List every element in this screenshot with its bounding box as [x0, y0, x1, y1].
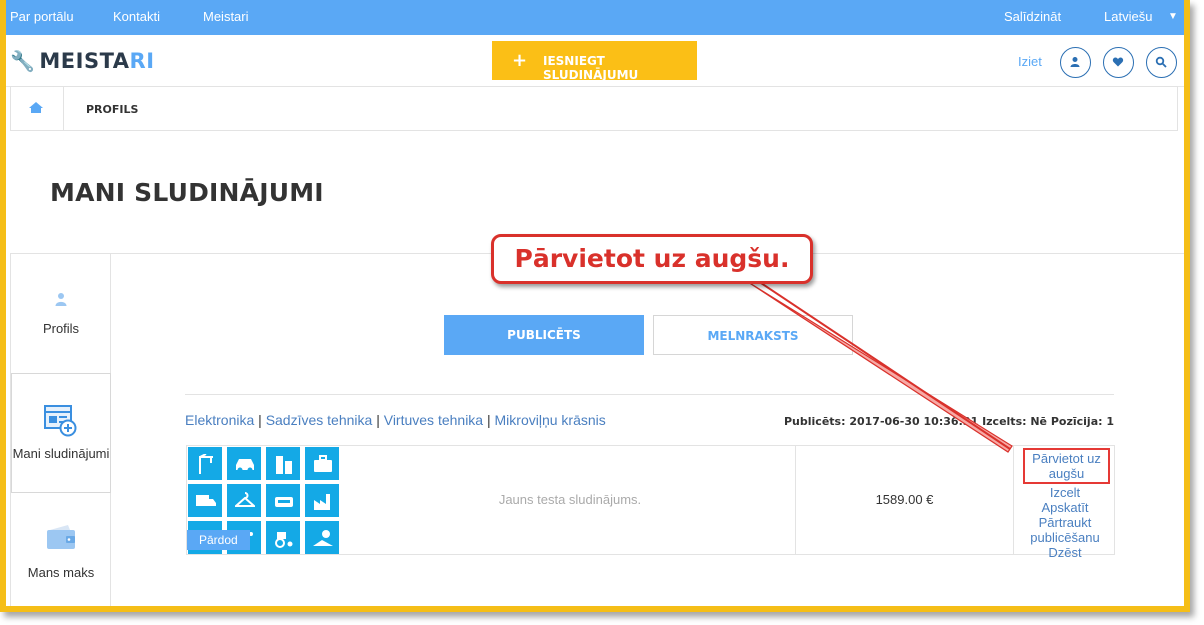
- category-link[interactable]: Virtuves tehnika: [384, 412, 483, 428]
- category-link[interactable]: Sadzīves tehnika: [266, 412, 373, 428]
- category-link[interactable]: Mikroviļņu krāsnis: [495, 412, 606, 428]
- top-nav-bar: Par portālu Kontakti Meistari Salīdzināt…: [6, 0, 1184, 35]
- beach-icon: [304, 520, 340, 554]
- home-button[interactable]: [11, 87, 64, 130]
- app-window: Par portālu Kontakti Meistari Salīdzināt…: [0, 0, 1190, 612]
- page-title: MANI SLUDINĀJUMI: [50, 178, 324, 207]
- content-area: Profils Mani sludinājumi Mans maks PUBLI…: [10, 253, 1184, 606]
- user-icon[interactable]: [1060, 47, 1091, 78]
- divider: [185, 394, 1114, 395]
- listing-category-path: Elektronika | Sadzīves tehnika | Virtuve…: [185, 412, 606, 428]
- car-icon: [226, 446, 262, 481]
- wrench-icon: 🔧: [10, 49, 36, 73]
- nav-link-masters[interactable]: Meistari: [203, 9, 249, 24]
- home-icon: [29, 102, 43, 113]
- delete-link[interactable]: Dzēst: [1015, 545, 1115, 560]
- logo-text-accent: RI: [129, 49, 155, 73]
- nav-link-contacts[interactable]: Kontakti: [113, 9, 160, 24]
- listings-add-icon: [12, 403, 110, 440]
- listing-meta: Publicēts: 2017-06-30 10:36:31 Izcelts: …: [784, 415, 1114, 428]
- tractor-icon: [265, 520, 301, 554]
- wallet-icon: [11, 524, 111, 553]
- factory-icon: [304, 483, 340, 518]
- category-link[interactable]: Elektronika: [185, 412, 254, 428]
- briefcase-icon: [304, 446, 340, 481]
- listing-thumbnail[interactable]: Pārdod: [187, 446, 343, 554]
- truck-icon: [187, 483, 223, 518]
- status-badge: Pārdod: [187, 530, 250, 550]
- sidebar-item-profile[interactable]: Profils: [11, 254, 111, 374]
- hanger-icon: [226, 483, 262, 518]
- callout-label: Pārvietot uz augšu.: [491, 234, 813, 284]
- breadcrumb: PROFILS: [10, 86, 1178, 131]
- tab-published[interactable]: PUBLICĒTS: [444, 315, 644, 355]
- user-icon: [11, 292, 111, 309]
- crane-icon: [187, 446, 223, 481]
- stop-publishing-link[interactable]: Pārtraukt publicēšanu: [1015, 515, 1115, 545]
- sofa-icon: [265, 483, 301, 518]
- sidebar-item-my-listings[interactable]: Mani sludinājumi: [11, 373, 111, 493]
- view-link[interactable]: Apskatīt: [1015, 500, 1115, 515]
- sidebar-item-label: Mans maks: [27, 565, 95, 580]
- listing-actions: Pārvietot uz augšu Izcelt Apskatīt Pārtr…: [1015, 448, 1115, 560]
- move-up-link[interactable]: Pārvietot uz augšu: [1023, 448, 1110, 484]
- listing-description[interactable]: Jauns testa sludinājums.: [345, 446, 795, 554]
- listing-price: 1589.00 €: [795, 446, 1014, 554]
- logo-text: MEISTA: [39, 49, 130, 73]
- tab-draft[interactable]: MELNRAKSTS: [653, 315, 853, 355]
- heart-icon[interactable]: [1103, 47, 1134, 78]
- sidebar-item-wallet[interactable]: Mans maks: [11, 493, 111, 606]
- building-icon: [265, 446, 301, 481]
- nav-link-about[interactable]: Par portālu: [10, 9, 74, 24]
- sidebar-item-label: Mani sludinājumi: [12, 446, 110, 461]
- site-header: 🔧 MEISTARI + IESNIEGT SLUDINĀJUMU Iziet: [6, 35, 1184, 87]
- logout-link[interactable]: Iziet: [1018, 54, 1042, 69]
- plus-icon: +: [512, 50, 528, 71]
- sidebar-item-label: Profils: [42, 321, 80, 336]
- site-logo[interactable]: 🔧 MEISTARI: [10, 49, 155, 73]
- highlight-link[interactable]: Izcelt: [1015, 485, 1115, 500]
- submit-listing-button[interactable]: + IESNIEGT SLUDINĀJUMU: [492, 41, 697, 82]
- listing-row: Pārdod Jauns testa sludinājums. 1589.00 …: [186, 445, 1115, 560]
- language-select[interactable]: Latviešu: [1104, 9, 1152, 24]
- chevron-down-icon[interactable]: ▼: [1168, 11, 1178, 22]
- profile-sidebar: Profils Mani sludinājumi Mans maks: [11, 254, 111, 606]
- breadcrumb-current: PROFILS: [86, 103, 139, 116]
- search-icon[interactable]: [1146, 47, 1177, 78]
- compare-link[interactable]: Salīdzināt: [1004, 9, 1061, 24]
- submit-listing-label: IESNIEGT SLUDINĀJUMU: [543, 54, 639, 82]
